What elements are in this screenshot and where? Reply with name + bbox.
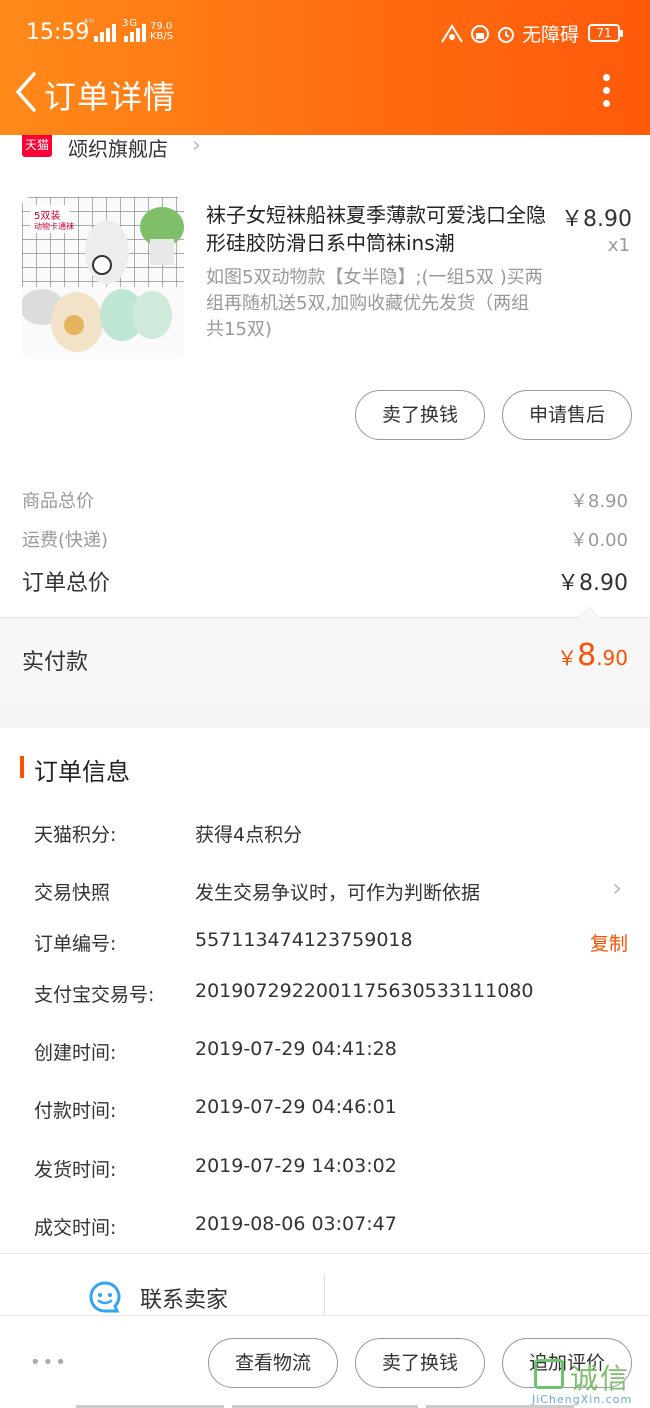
- app-header: 15:59 ⁴ᴳ 3G 79.0 KB/S 无障碍 71 订单详情: [0, 0, 650, 135]
- product-image[interactable]: 5双装 动物卡通袜: [22, 197, 184, 359]
- contact-bar: 联系卖家: [0, 1253, 650, 1316]
- more-menu-icon[interactable]: [596, 74, 616, 114]
- info-row-alipay-number: 支付宝交易号: 2019072922001175630533111080: [34, 980, 628, 1010]
- amount-paid-currency: ￥: [557, 646, 578, 670]
- page-title: 订单详情: [44, 78, 177, 116]
- shipping-row: 运费(快递) ￥0.00: [22, 526, 628, 552]
- divider: [324, 1274, 325, 1316]
- section-accent-bar: [20, 756, 24, 778]
- shop-name[interactable]: 颂织旗舰店: [68, 133, 168, 162]
- status-time: 15:59: [26, 20, 90, 45]
- order-total-label: 订单总价: [22, 571, 111, 596]
- order-info-section: 订单信息 天猫积分: 获得4点积分 交易快照 发生交易争议时，可作为判断依据 ›…: [0, 728, 650, 1253]
- signal-icon: [94, 24, 116, 42]
- info-row-points: 天猫积分: 获得4点积分: [34, 820, 628, 850]
- request-aftersale-button[interactable]: 申请售后: [502, 390, 632, 440]
- sell-for-cash-button-bottom[interactable]: 卖了换钱: [355, 1338, 485, 1388]
- pointer-caret: [578, 607, 600, 618]
- chevron-right-icon: ›: [192, 133, 201, 158]
- product-price: ￥8.90: [561, 207, 632, 232]
- order-total-row: 订单总价 ￥8.90: [22, 565, 628, 597]
- product-sku: 如图5双动物款【女半隐】;(一组5双 )买两组再随机送5双,加购收藏优先发货（两…: [206, 267, 543, 340]
- info-row-shipped: 发货时间: 2019-07-29 14:03:02: [34, 1155, 628, 1185]
- image-badge-sub: 动物卡通袜: [34, 222, 74, 231]
- amount-paid-value: ￥8.90: [557, 638, 628, 673]
- battery-icon: 71: [588, 24, 623, 42]
- watermark-logo: [534, 1359, 564, 1389]
- order-total-value: ￥8.90: [557, 571, 628, 596]
- status-bar: 15:59 ⁴ᴳ 3G 79.0 KB/S 无障碍 71: [0, 14, 650, 54]
- watermark-url: JiChengXin.com: [532, 1393, 633, 1406]
- info-value: 2019-07-29 14:03:02: [195, 1155, 397, 1177]
- info-row-completed: 成交时间: 2019-08-06 03:07:47: [34, 1213, 628, 1243]
- order-card: 天猫 颂织旗舰店 › 5双装 动物卡通袜 袜子女短袜船袜夏季薄款可爱浅口全隐形硅…: [0, 133, 650, 702]
- info-label: 支付宝交易号:: [34, 984, 155, 1006]
- goods-total-row: 商品总价 ￥8.90: [22, 487, 628, 513]
- watermark-text: 诚信: [570, 1362, 631, 1395]
- alarm-icon: [498, 27, 514, 43]
- info-value: 获得4点积分: [195, 824, 303, 846]
- net-speed: 79.0 KB/S: [150, 22, 173, 42]
- back-icon[interactable]: [12, 70, 42, 114]
- tmall-badge: 天猫: [22, 135, 52, 157]
- info-label: 订单编号:: [34, 933, 117, 955]
- image-badge: 5双装: [34, 211, 61, 222]
- chat-bubble-icon: [89, 1281, 121, 1313]
- nfc-icon: [441, 24, 463, 43]
- product-title[interactable]: 袜子女短袜船袜夏季薄款可爱浅口全隐形硅胶防滑日系中筒袜ins潮: [206, 201, 556, 257]
- info-row-paid: 付款时间: 2019-07-29 04:46:01: [34, 1096, 628, 1126]
- amount-paid-decimal: .90: [596, 646, 628, 670]
- chevron-right-icon: ›: [612, 874, 622, 902]
- info-value: 发生交易争议时，可作为判断依据: [195, 882, 481, 904]
- goods-total-label: 商品总价: [22, 491, 94, 512]
- info-value: 2019072922001175630533111080: [195, 980, 534, 1002]
- contact-seller-label: 联系卖家: [140, 1288, 229, 1313]
- info-row-order-number: 订单编号: 557113474123759018 复制: [34, 929, 628, 959]
- info-value: 2019-08-06 03:07:47: [195, 1213, 397, 1235]
- shipping-label: 运费(快递): [22, 530, 109, 551]
- product-quantity: x1: [607, 235, 630, 256]
- shipping-value: ￥0.00: [569, 530, 628, 551]
- more-actions-button[interactable]: •••: [30, 1352, 68, 1373]
- info-label: 成交时间:: [34, 1217, 117, 1239]
- view-logistics-button[interactable]: 查看物流: [208, 1338, 338, 1388]
- info-row-snapshot[interactable]: 交易快照 发生交易争议时，可作为判断依据 ›: [34, 874, 628, 908]
- order-info-title: 订单信息: [34, 758, 130, 786]
- net-speed-unit: KB/S: [150, 31, 174, 42]
- info-label: 交易快照: [34, 882, 111, 904]
- info-row-created: 创建时间: 2019-07-29 04:41:28: [34, 1038, 628, 1068]
- info-label: 付款时间:: [34, 1100, 117, 1122]
- accessibility-label: 无障碍: [522, 24, 580, 46]
- amount-paid-row: 实付款 ￥8.90: [0, 607, 650, 702]
- info-value: 557113474123759018: [195, 929, 413, 951]
- sell-for-cash-button[interactable]: 卖了换钱: [355, 390, 485, 440]
- lock-icon: [471, 25, 489, 43]
- amount-paid-integer: 8: [577, 638, 597, 673]
- info-label: 发货时间:: [34, 1159, 117, 1181]
- signal-icon-2: [124, 24, 146, 42]
- amount-paid-label: 实付款: [22, 650, 89, 675]
- info-label: 天猫积分:: [34, 824, 117, 846]
- goods-total-value: ￥8.90: [569, 491, 628, 512]
- info-label: 创建时间:: [34, 1042, 117, 1064]
- info-value: 2019-07-29 04:41:28: [195, 1038, 397, 1060]
- watermark: 诚信 JiChengXin.com: [530, 1355, 650, 1408]
- info-value: 2019-07-29 04:46:01: [195, 1096, 397, 1118]
- copy-order-number-button[interactable]: 复制: [590, 929, 628, 956]
